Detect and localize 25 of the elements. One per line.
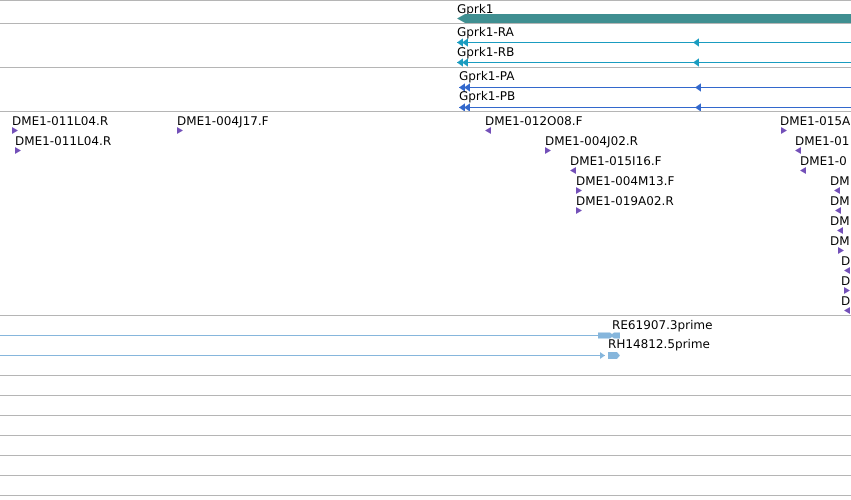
feature-label: Gprk1-RB — [457, 45, 514, 59]
feature-label: DME1-019A02.R — [576, 194, 674, 208]
feature-label: DM — [830, 174, 850, 188]
feature-label: Gprk1-PA — [459, 69, 514, 83]
feature-label: D — [841, 294, 850, 308]
feature-label: DME1-004M13.F — [576, 174, 674, 188]
feature-label: DME1-0 — [800, 154, 847, 168]
feature-label: DME1-015A — [780, 114, 850, 128]
feature-label: DM — [830, 214, 850, 228]
feature-label: DME1-011L04.R — [15, 134, 112, 148]
feature-label: RE61907.3prime — [612, 318, 712, 332]
feature-label: Gprk1-RA — [457, 25, 514, 39]
feature-label: DME1-011L04.R — [12, 114, 108, 128]
feature-label: DME1-015I16.F — [570, 154, 662, 168]
feature-label: DME1-012O08.F — [485, 114, 582, 128]
feature-label: DM — [830, 194, 850, 208]
feature-label: Gprk1-PB — [459, 89, 516, 103]
feature-label: DME1-004J17.F — [177, 114, 269, 128]
feature-label: DME1-01 — [795, 134, 850, 148]
feature-label: DME1-004J02.R — [545, 134, 638, 148]
feature-label: D — [841, 274, 850, 288]
feature-label: DM — [830, 234, 850, 248]
feature-label: D — [841, 254, 850, 268]
feature-label: RH14812.5prime — [608, 337, 710, 351]
feature-label: Gprk1 — [457, 2, 494, 16]
